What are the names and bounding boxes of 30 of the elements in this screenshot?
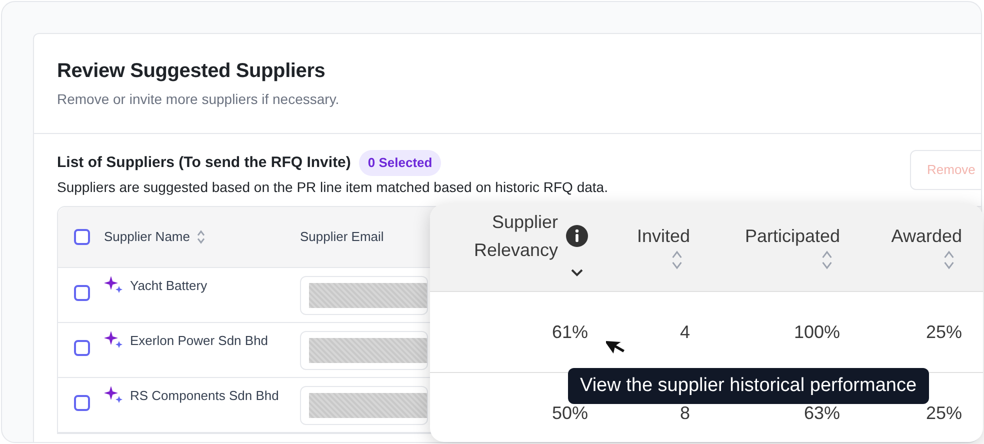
row-checkbox[interactable] — [74, 285, 90, 301]
supplier-name: RS Components Sdn Bhd — [130, 387, 280, 405]
email-field[interactable] — [300, 331, 428, 370]
table-cell-text: 63% — [802, 402, 840, 425]
row-checkbox[interactable] — [74, 340, 90, 356]
column-header: Awarded — [891, 225, 962, 248]
table-cell-text: 25% — [924, 320, 962, 344]
column-header: Invited — [636, 225, 690, 248]
table-cell-text: 25% — [924, 402, 962, 425]
table-cell-text: 100% — [792, 320, 840, 344]
table-cell-text: 61% — [550, 320, 588, 344]
section-description: Suppliers are suggested based on the PR line item matched based on historic RFQ data. — [57, 178, 609, 196]
page-subtitle: Remove or invite more suppliers if necessary. — [57, 90, 340, 108]
column-header: Supplier Relevancy — [472, 211, 558, 262]
email-field[interactable] — [300, 276, 428, 315]
column-header: Supplier Name — [104, 228, 190, 246]
table-cell-text: 8 — [678, 402, 690, 425]
select-all-checkbox[interactable] — [74, 229, 90, 245]
supplier-name: Yacht Battery — [130, 277, 208, 295]
section-title: List of Suppliers (To send the RFQ Invite) — [57, 153, 351, 173]
supplier-name: Exerlon Power Sdn Bhd — [130, 332, 270, 350]
table-cell-text: 4 — [678, 320, 690, 344]
column-header: Supplier Email — [300, 229, 384, 244]
tooltip: View the supplier historical performance — [568, 368, 929, 404]
email-field[interactable] — [300, 386, 428, 425]
table-cell-text: 50% — [550, 402, 588, 425]
row-checkbox[interactable] — [74, 395, 90, 411]
page-title: Review Suggested Suppliers — [57, 59, 326, 84]
selected-count-badge: 0 Selected — [358, 150, 442, 176]
column-header: Participated — [744, 225, 840, 248]
